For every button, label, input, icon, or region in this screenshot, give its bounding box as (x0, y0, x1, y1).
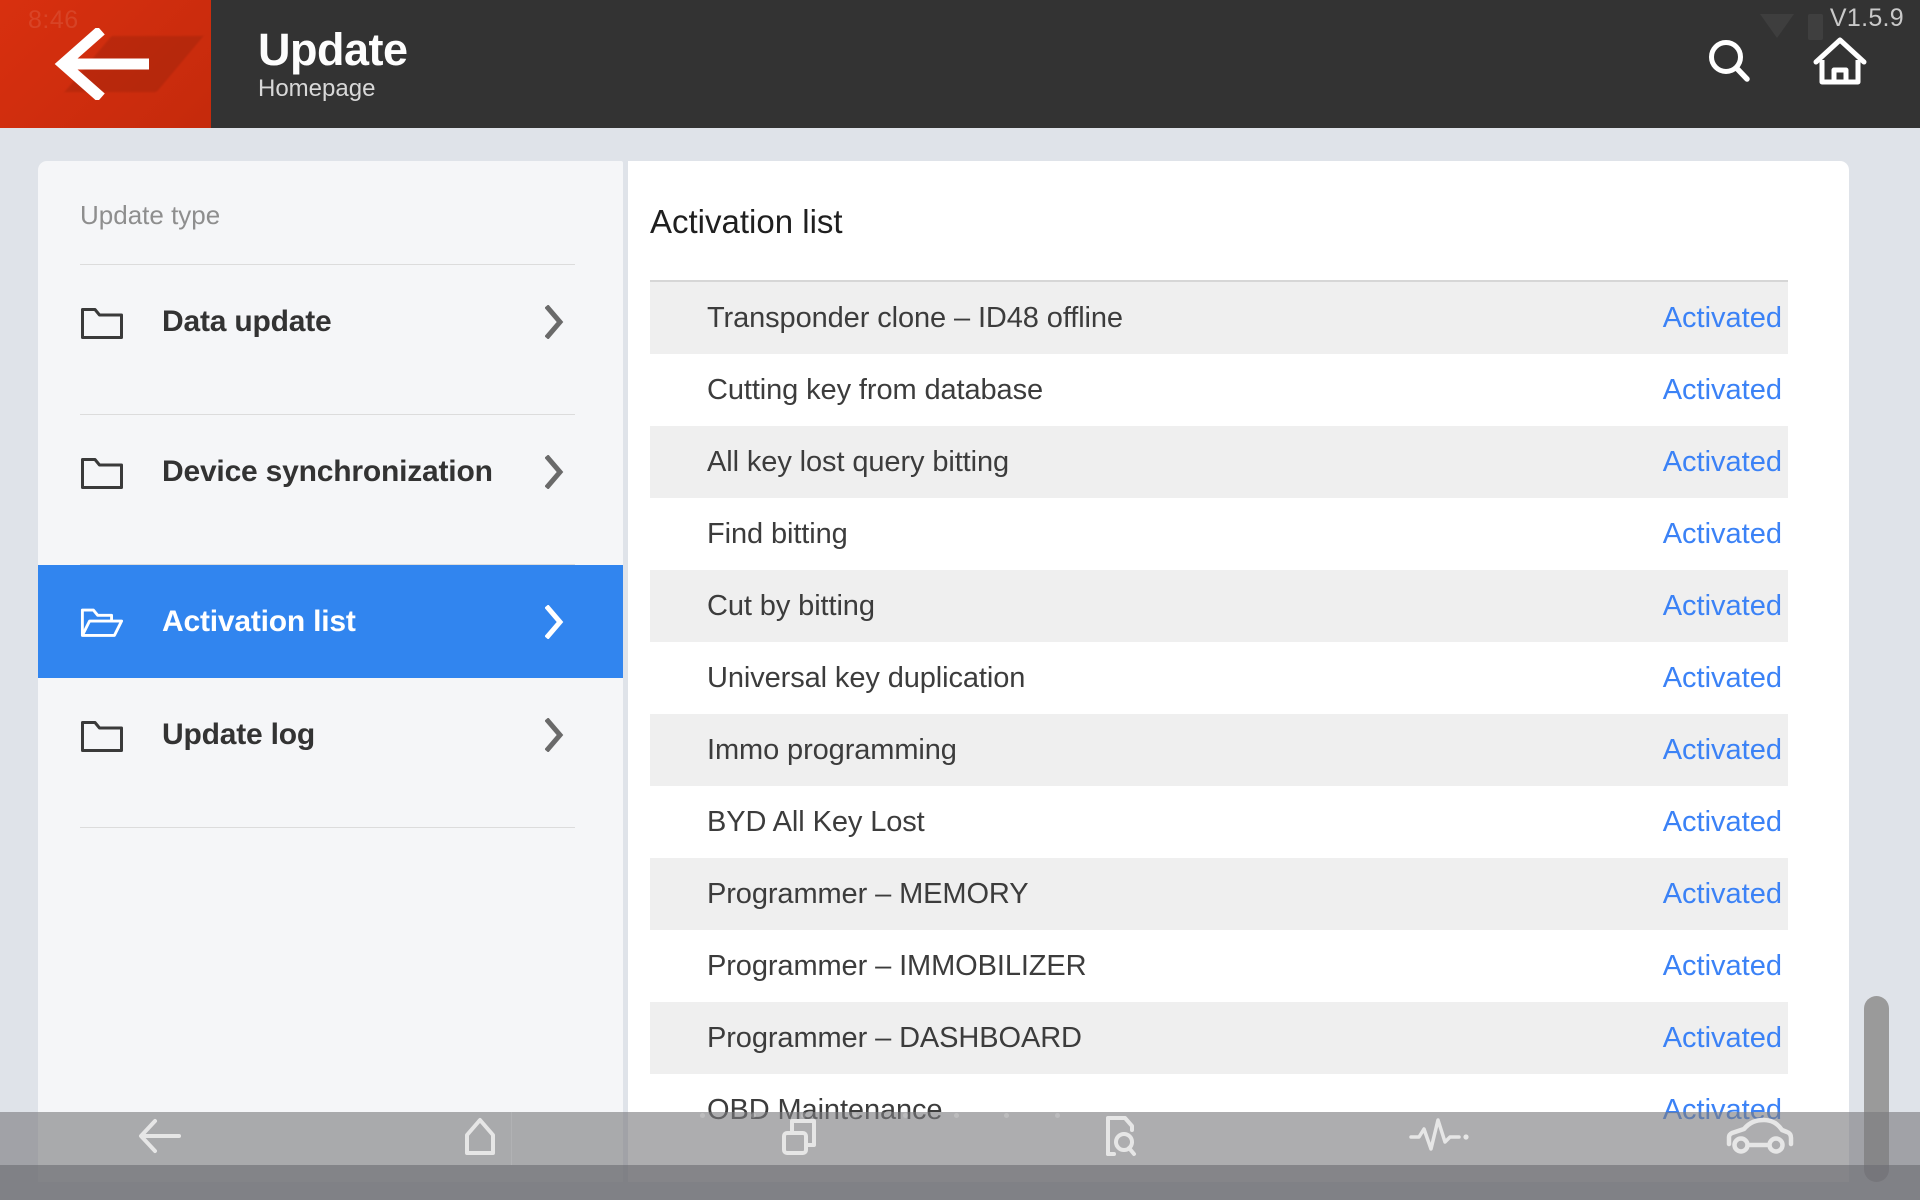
sidebar-item-activation-list[interactable]: Activation list (38, 565, 623, 678)
sidebar-divider (80, 827, 575, 828)
row-name: Find bitting (707, 518, 1663, 551)
nav-diagnostic-report-icon (1098, 1112, 1142, 1165)
search-button[interactable] (1702, 36, 1758, 92)
arrow-left-icon (53, 28, 159, 100)
activation-list: Transponder clone – ID48 offline Activat… (650, 282, 1788, 1146)
system-navigation-bar (0, 1112, 1920, 1200)
wifi-icon (1760, 14, 1794, 38)
home-button[interactable] (1812, 36, 1868, 92)
row-name: Universal key duplication (707, 662, 1663, 695)
status-badge[interactable]: Activated (1663, 950, 1788, 983)
main-title: Activation list (628, 161, 1849, 238)
home-icon (1811, 34, 1869, 95)
nav-recents-button[interactable] (640, 1112, 960, 1165)
nav-back-button[interactable] (0, 1112, 320, 1165)
row-name: Cutting key from database (707, 374, 1663, 407)
folder-icon (80, 304, 124, 340)
table-row[interactable]: Programmer – IMMOBILIZER Activated (650, 930, 1788, 1002)
row-name: Immo programming (707, 734, 1663, 767)
header-title-block: Update Homepage (211, 0, 1702, 128)
sidebar-item-update-log[interactable]: Update log (38, 678, 623, 791)
sidebar-item-label: Data update (162, 305, 332, 339)
chevron-right-icon (545, 605, 565, 639)
sidebar-title: Update type (38, 161, 623, 228)
nav-diagnostic-report-button[interactable] (960, 1112, 1280, 1165)
nav-home-icon (456, 1113, 504, 1164)
table-row[interactable]: Programmer – DASHBOARD Activated (650, 1002, 1788, 1074)
battery-icon (1808, 14, 1823, 40)
chevron-right-icon (545, 718, 565, 752)
main-panel: Activation list Transponder clone – ID48… (628, 161, 1849, 1182)
table-row[interactable]: Cutting key from database Activated (650, 354, 1788, 426)
chevron-right-icon (545, 455, 565, 489)
table-row[interactable]: All key lost query bitting Activated (650, 426, 1788, 498)
nav-vehicle-button[interactable] (1600, 1112, 1920, 1165)
sidebar-item-device-synchronization[interactable]: Device synchronization (38, 415, 623, 528)
nav-back-icon (135, 1115, 185, 1162)
table-row[interactable]: Transponder clone – ID48 offline Activat… (650, 282, 1788, 354)
folder-icon (80, 717, 124, 753)
search-icon (1704, 36, 1756, 93)
status-badge[interactable]: Activated (1663, 1022, 1788, 1055)
status-badge[interactable]: Activated (1663, 302, 1788, 335)
nav-recents-icon (776, 1113, 824, 1164)
status-badge[interactable]: Activated (1663, 590, 1788, 623)
sidebar-item-data-update[interactable]: Data update (38, 265, 623, 378)
app-root: 8:46 Update Homepage (0, 0, 1920, 1200)
back-button[interactable]: 8:46 (0, 0, 211, 128)
status-badge[interactable]: Activated (1663, 806, 1788, 839)
app-header: 8:46 Update Homepage (0, 0, 1920, 128)
page-title: Update (258, 27, 1702, 73)
sidebar-item-label: Activation list (162, 605, 356, 639)
row-name: Programmer – IMMOBILIZER (707, 950, 1663, 983)
navbar-bottom-strip (0, 1165, 1920, 1200)
status-badge[interactable]: Activated (1663, 662, 1788, 695)
version-label: V1.5.9 (1830, 4, 1904, 33)
table-row[interactable]: Find bitting Activated (650, 498, 1788, 570)
row-name: Programmer – DASHBOARD (707, 1022, 1663, 1055)
row-name: Transponder clone – ID48 offline (707, 302, 1663, 335)
sidebar-panel: Update type Data update Device synchroni… (38, 161, 623, 1182)
sidebar-item-label: Device synchronization (162, 455, 493, 489)
status-badge[interactable]: Activated (1663, 734, 1788, 767)
status-badge[interactable]: Activated (1663, 446, 1788, 479)
table-row[interactable]: Universal key duplication Activated (650, 642, 1788, 714)
nav-home-button[interactable] (320, 1112, 640, 1165)
page-subtitle: Homepage (258, 77, 1702, 101)
folder-open-icon (80, 604, 124, 640)
row-name: All key lost query bitting (707, 446, 1663, 479)
table-row[interactable]: Cut by bitting Activated (650, 570, 1788, 642)
status-badge[interactable]: Activated (1663, 374, 1788, 407)
status-badge[interactable]: Activated (1663, 518, 1788, 551)
table-row[interactable]: BYD All Key Lost Activated (650, 786, 1788, 858)
nav-pulse-button[interactable] (1280, 1112, 1600, 1165)
folder-icon (80, 454, 124, 490)
row-name: Cut by bitting (707, 590, 1663, 623)
chevron-right-icon (545, 305, 565, 339)
table-row[interactable]: Programmer – MEMORY Activated (650, 858, 1788, 930)
nav-pulse-icon (1409, 1116, 1471, 1161)
row-name: BYD All Key Lost (707, 806, 1663, 839)
sidebar-item-label: Update log (162, 718, 315, 752)
status-badge[interactable]: Activated (1663, 878, 1788, 911)
row-name: Programmer – MEMORY (707, 878, 1663, 911)
nav-vehicle-icon (1724, 1114, 1796, 1163)
table-row[interactable]: Immo programming Activated (650, 714, 1788, 786)
